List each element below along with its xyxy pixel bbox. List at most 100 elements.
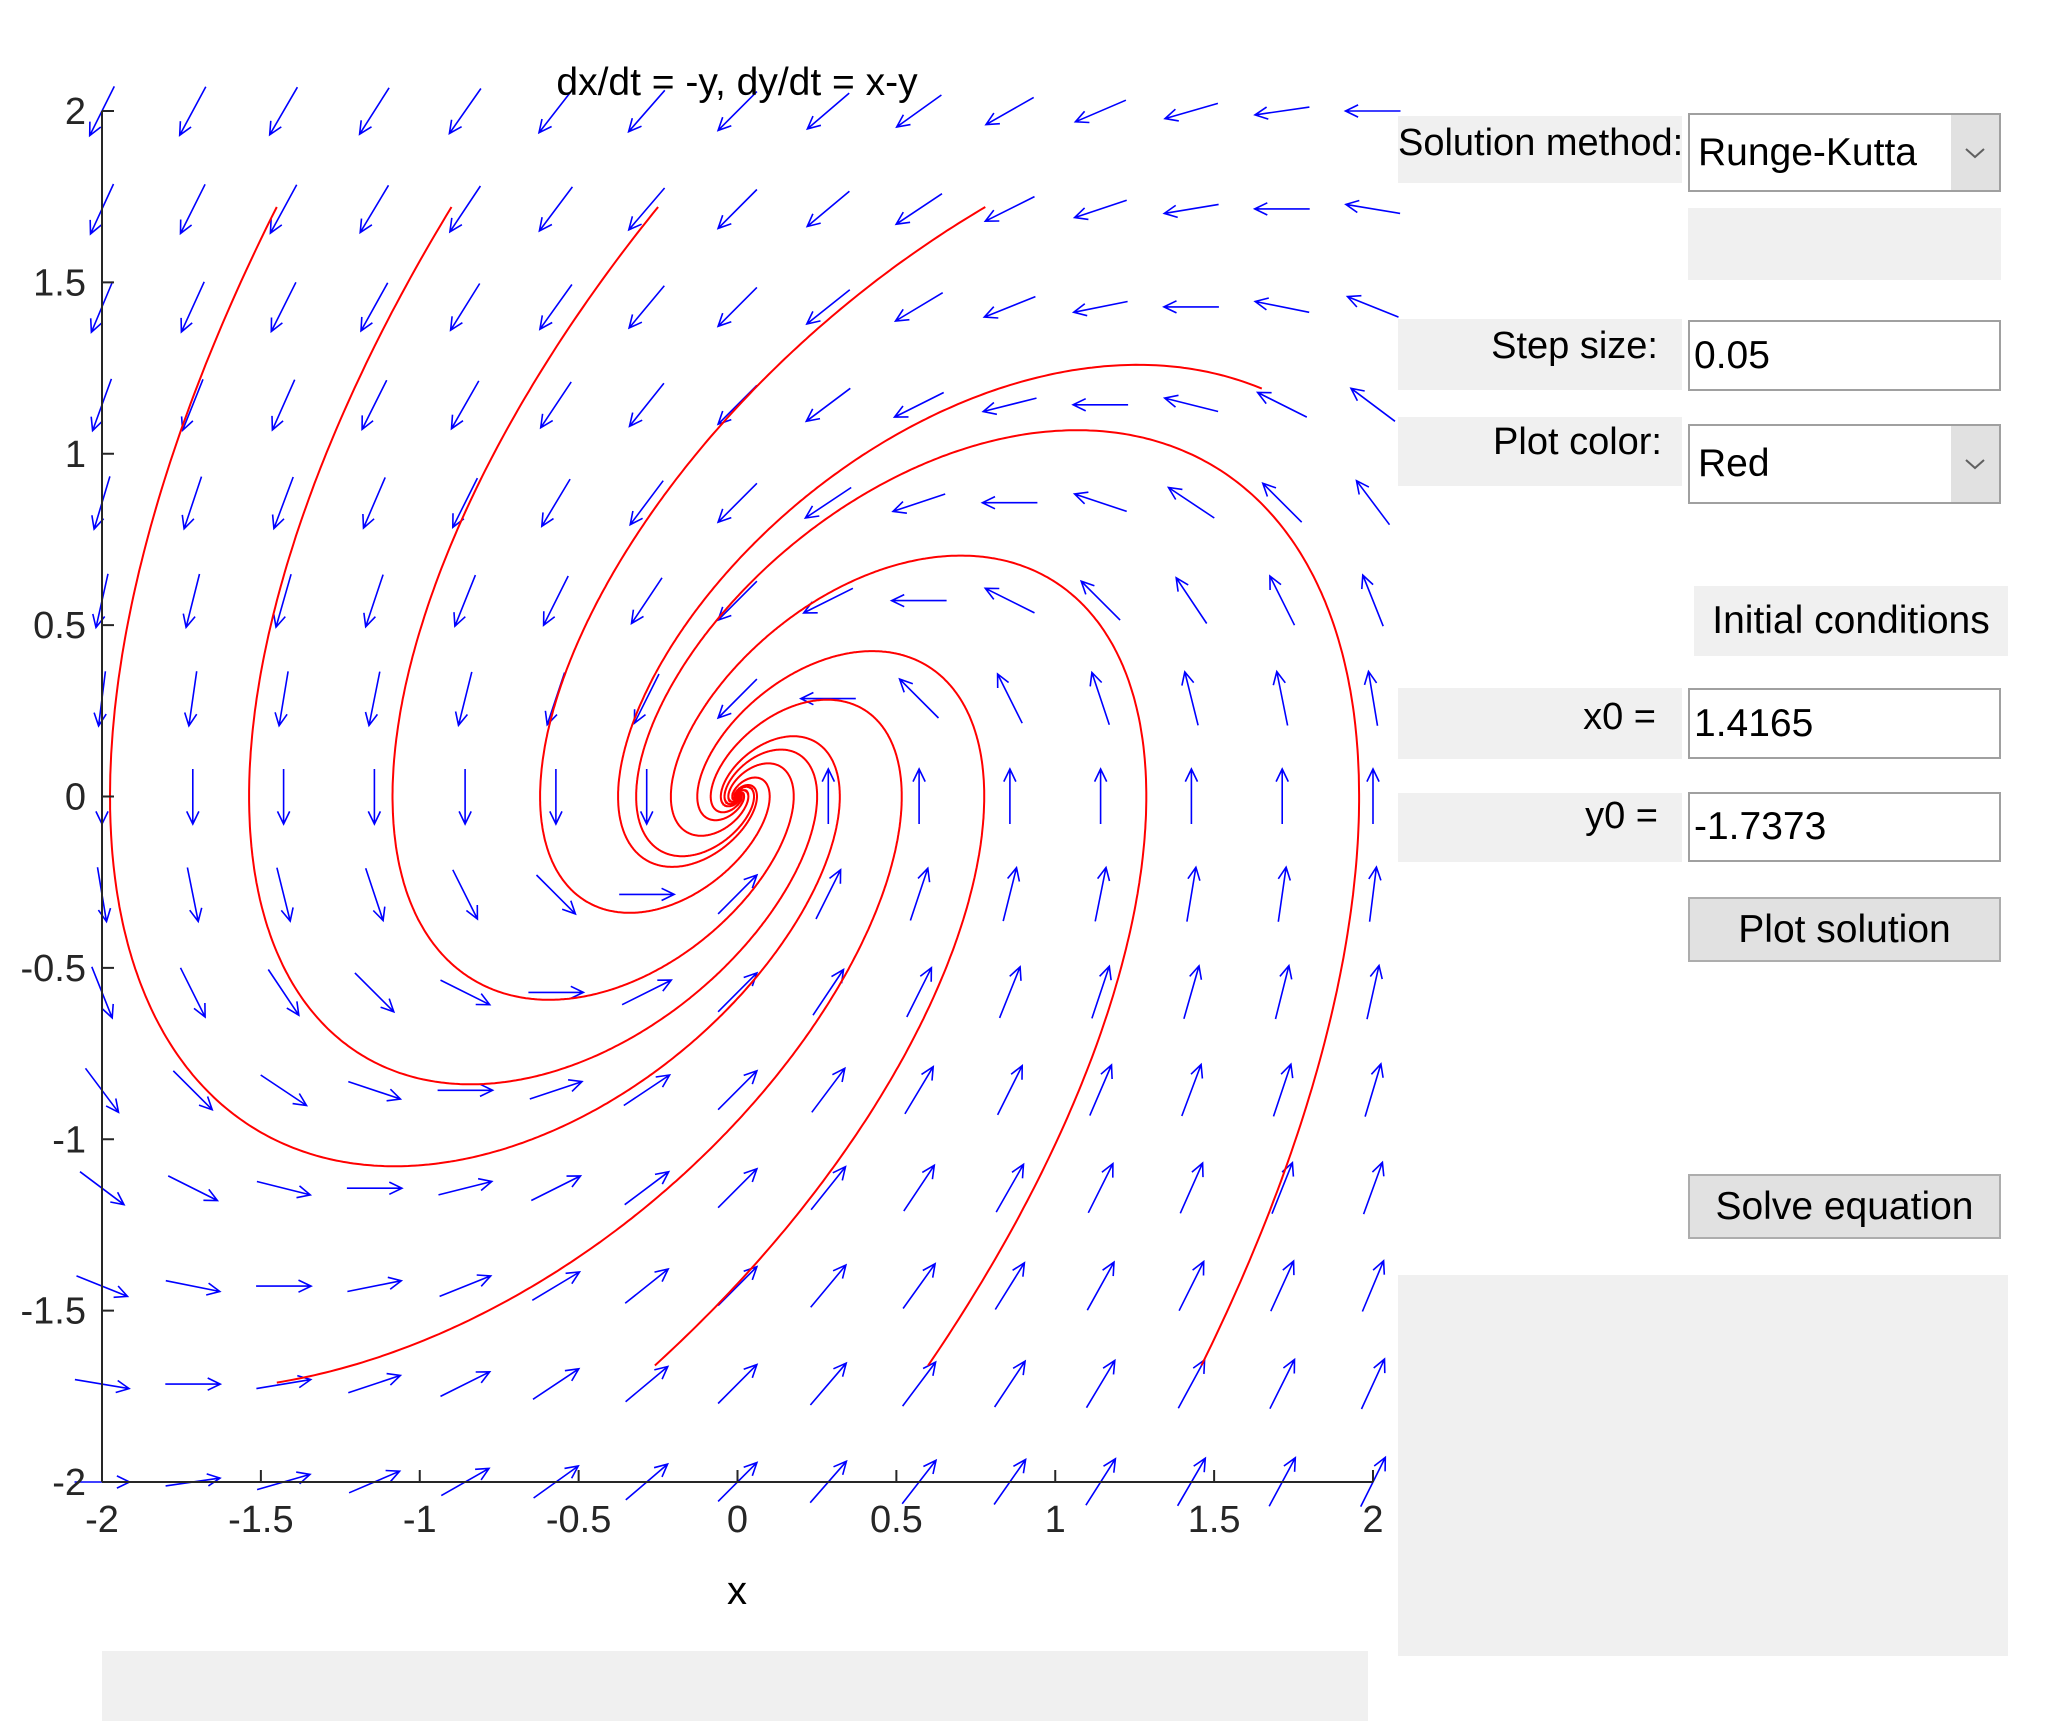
field-arrow — [804, 387, 851, 423]
field-arrow — [1261, 481, 1303, 523]
field-arrow — [995, 1162, 1025, 1213]
field-arrow — [1072, 491, 1127, 513]
solution-method-label: Solution method: — [1398, 116, 1682, 183]
field-arrow — [893, 292, 944, 322]
field-arrow — [1253, 106, 1310, 120]
field-arrow — [347, 1276, 404, 1293]
field-arrow — [1269, 1357, 1296, 1410]
field-arrow — [981, 397, 1037, 416]
field-arrow — [276, 769, 291, 826]
field-arrow — [812, 967, 845, 1016]
field-arrow — [1272, 669, 1289, 726]
field-arrow — [451, 477, 479, 529]
field-arrow — [358, 87, 390, 136]
field-arrow — [348, 1080, 403, 1102]
y-tick-label: 0.5 — [33, 605, 86, 647]
x-tick-label: 2 — [1362, 1499, 1383, 1541]
field-arrow — [179, 967, 206, 1019]
chevron-down-icon[interactable] — [1951, 115, 1999, 190]
x0-field[interactable] — [1688, 688, 2001, 759]
solution-curve — [617, 363, 1263, 868]
field-arrow — [1344, 199, 1401, 215]
field-arrow — [1002, 865, 1021, 922]
field-arrow — [716, 678, 758, 720]
field-arrow — [359, 184, 390, 235]
field-arrow — [535, 874, 577, 916]
field-arrow — [903, 1163, 936, 1212]
solution-curve — [276, 698, 903, 1384]
field-arrow — [1343, 104, 1401, 118]
field-arrow — [891, 493, 946, 514]
field-arrow — [1003, 767, 1017, 824]
field-arrow — [269, 184, 298, 235]
field-arrow — [256, 1279, 313, 1293]
field-arrow — [1253, 297, 1310, 314]
solution-method-dropdown[interactable]: Runge-Kutta — [1688, 113, 2001, 192]
field-arrow — [619, 887, 677, 902]
field-arrow — [1252, 202, 1310, 216]
field-arrow — [1255, 391, 1308, 418]
field-arrow — [438, 1177, 494, 1196]
field-arrow — [1085, 1358, 1116, 1409]
field-arrow — [267, 969, 300, 1017]
field-arrow — [186, 867, 203, 924]
x-tick-label: -2 — [85, 1499, 119, 1541]
field-arrow — [528, 985, 586, 1000]
field-arrow — [889, 593, 947, 608]
field-arrow — [260, 1074, 309, 1107]
y-tick-label: 2 — [65, 91, 86, 133]
field-arrow — [454, 671, 473, 728]
field-arrow — [1355, 479, 1391, 526]
field-arrow — [458, 769, 472, 826]
x-tick-label: 0.5 — [870, 1499, 923, 1541]
field-arrow — [912, 767, 926, 824]
y-tick-label: 1 — [65, 434, 86, 476]
field-arrow — [1181, 1062, 1204, 1117]
solution-curve — [669, 554, 1148, 1367]
y-tick-label: -0.5 — [21, 948, 86, 990]
field-arrow — [1162, 203, 1219, 219]
field-arrow — [1271, 1160, 1295, 1214]
y-tick-label: 1.5 — [33, 262, 86, 304]
field-arrow — [1366, 963, 1383, 1020]
field-arrow — [439, 1274, 493, 1298]
field-arrow — [811, 1066, 846, 1113]
axis-ticks: -2 -1.5 -1 -0.5 0 0.5 1 1.5 2 -2 -1.5 -1 -0.5 0 0.5 1 1.… — [21, 91, 1384, 1541]
solution-curve — [248, 206, 819, 1086]
field-arrow — [1270, 1259, 1295, 1312]
plot-solution-button[interactable]: Plot solution — [1688, 897, 2001, 962]
chevron-down-icon[interactable] — [1951, 426, 1999, 502]
field-arrow — [1079, 579, 1121, 621]
plot-color-dropdown[interactable]: Red — [1688, 424, 2001, 504]
step-size-label: Step size: — [1398, 319, 1682, 390]
field-arrow — [1368, 865, 1382, 922]
step-size-field[interactable] — [1688, 320, 2001, 391]
field-arrow — [821, 767, 836, 824]
field-arrow — [1175, 576, 1208, 624]
field-arrow — [1093, 767, 1108, 824]
y0-field[interactable] — [1688, 792, 2001, 862]
field-arrow — [1178, 1259, 1205, 1312]
field-arrow — [354, 972, 396, 1014]
status-panel — [102, 1651, 1368, 1721]
field-arrow — [539, 381, 572, 430]
field-arrow — [531, 1271, 582, 1301]
field-arrow — [982, 295, 1036, 319]
solution-curve — [108, 206, 841, 1168]
field-arrow — [361, 379, 388, 432]
field-arrow — [165, 1473, 222, 1487]
x-axis-label: x — [727, 1569, 747, 1613]
field-arrow — [1073, 99, 1127, 124]
field-arrow — [1184, 767, 1199, 824]
solve-equation-button[interactable]: Solve equation — [1688, 1174, 2001, 1239]
field-arrow — [448, 88, 482, 136]
field-arrow — [1162, 300, 1219, 314]
field-arrow — [1089, 670, 1111, 725]
y0-label: y0 = — [1398, 793, 1682, 862]
y-tick-label: -1.5 — [21, 1291, 86, 1333]
field-arrow — [1166, 486, 1215, 519]
field-arrow — [625, 1365, 670, 1403]
field-arrow — [639, 769, 654, 826]
field-arrow — [1272, 1062, 1294, 1117]
field-arrow — [452, 869, 479, 921]
